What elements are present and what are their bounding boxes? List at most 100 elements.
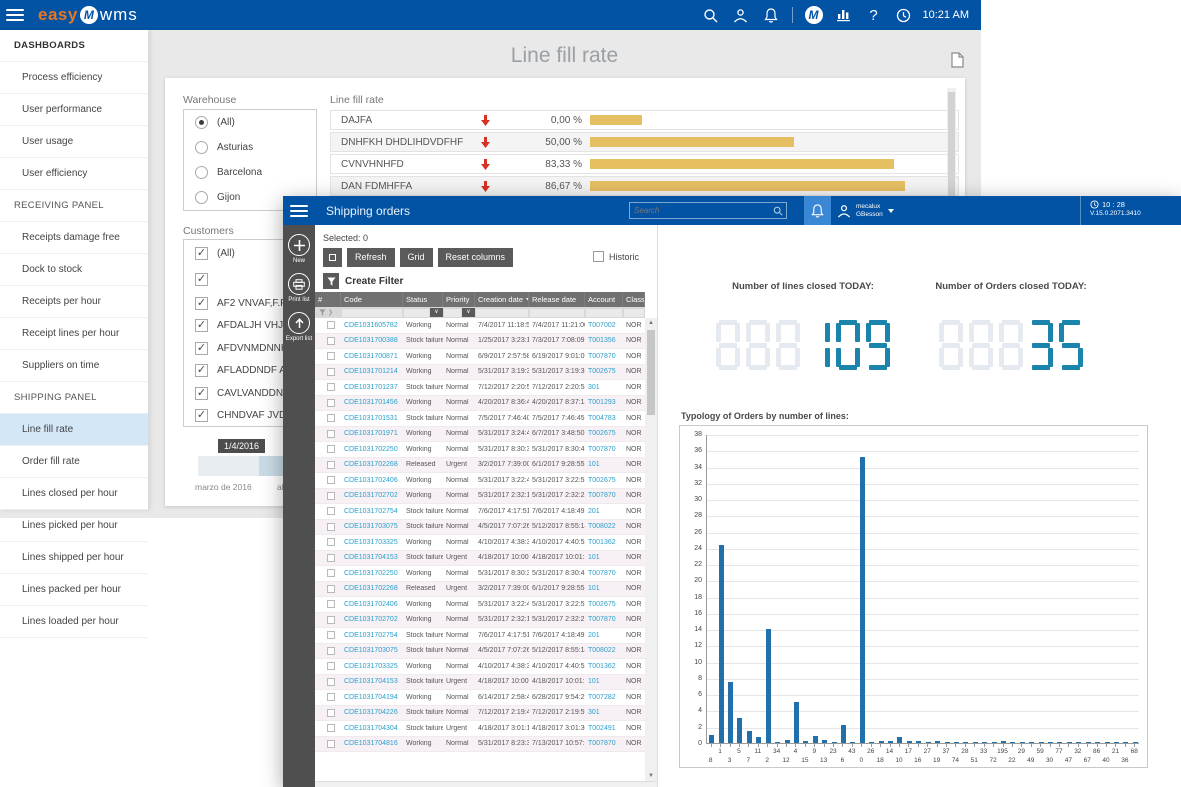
sidebar-item-user-usage[interactable]: User usage — [0, 126, 148, 158]
column-header-creation-date[interactable]: Creation date — [475, 292, 529, 307]
row-checkbox[interactable] — [327, 569, 335, 577]
sidebar-item-lines-loaded-per-hour[interactable]: Lines loaded per hour — [0, 606, 148, 638]
table-row[interactable]: CDE1031702406WorkingNormal5/31/2017 3:22… — [315, 473, 645, 489]
table-row[interactable]: CDE1031702406WorkingNormal5/31/2017 3:22… — [315, 597, 645, 613]
checkbox-icon[interactable]: ✓ — [195, 342, 208, 355]
filter-expand-icon[interactable]: ❯ — [328, 309, 333, 316]
row-checkbox[interactable] — [327, 647, 335, 655]
user-menu[interactable]: mecalux GBesson — [837, 196, 894, 225]
grid-button[interactable]: Grid — [400, 248, 433, 267]
scrollbar-thumb[interactable] — [647, 330, 655, 415]
table-row[interactable]: CDE1031701214WorkingNormal5/31/2017 3:19… — [315, 365, 645, 381]
row-checkbox[interactable] — [327, 740, 335, 748]
sidebar-item-order-fill-rate[interactable]: Order fill rate — [0, 446, 148, 478]
orders-vertical-scrollbar[interactable]: ▲ ▼ — [645, 318, 657, 781]
sidebar-item-lines-closed-per-hour[interactable]: Lines closed per hour — [0, 478, 148, 510]
row-checkbox[interactable] — [327, 538, 335, 546]
checkbox-icon[interactable]: ✓ — [195, 364, 208, 377]
row-checkbox[interactable] — [327, 585, 335, 593]
row-checkbox[interactable] — [327, 507, 335, 515]
sidebar-item-process-efficiency[interactable]: Process efficiency — [0, 62, 148, 94]
row-checkbox[interactable] — [327, 321, 335, 329]
filter-input[interactable] — [624, 309, 644, 317]
row-checkbox[interactable] — [327, 554, 335, 562]
column-header-class[interactable]: Class — [623, 292, 645, 307]
row-checkbox[interactable] — [327, 662, 335, 670]
radio-icon[interactable] — [195, 166, 208, 179]
table-row[interactable]: CDE1031704816WorkingNormal5/31/2017 8:23… — [315, 737, 645, 753]
dashboards-chart-icon[interactable] — [829, 8, 859, 22]
row-checkbox[interactable] — [327, 368, 335, 376]
filter-input[interactable] — [444, 309, 461, 317]
menu-hamburger-icon[interactable] — [6, 9, 24, 21]
sidebar-item-user-performance[interactable]: User performance — [0, 94, 148, 126]
row-checkbox[interactable] — [327, 693, 335, 701]
historic-checkbox[interactable] — [593, 251, 604, 262]
column-header-priority[interactable]: Priority — [443, 292, 475, 307]
table-row[interactable]: CDE1031700871WorkingNormal6/9/2017 2:57:… — [315, 349, 645, 365]
table-row[interactable]: CDE1031702754Stock failureNormal7/6/2017… — [315, 628, 645, 644]
checkbox-icon[interactable]: ✓ — [195, 319, 208, 332]
search-icon[interactable] — [696, 8, 726, 23]
column-header-account[interactable]: Account — [585, 292, 623, 307]
row-checkbox[interactable] — [327, 523, 335, 531]
checkbox-icon[interactable]: ✓ — [195, 409, 208, 422]
table-row[interactable]: CDE1031701456WorkingNormal4/20/2017 8:36… — [315, 396, 645, 412]
row-checkbox[interactable] — [327, 492, 335, 500]
sidebar-item-suppliers-on-time[interactable]: Suppliers on time — [0, 350, 148, 382]
row-checkbox[interactable] — [327, 337, 335, 345]
column-header-code[interactable]: Code — [341, 292, 403, 307]
row-checkbox[interactable] — [327, 461, 335, 469]
select-all-button[interactable] — [323, 248, 342, 267]
table-row[interactable]: CDE1031704304Stock failureUrgent4/18/201… — [315, 721, 645, 737]
table-row[interactable]: CDE1031605782WorkingNormal7/4/2017 11:18… — [315, 318, 645, 334]
warehouse-option--all-[interactable]: (All) — [184, 110, 316, 135]
table-row[interactable]: CDE1031704226Stock failureNormal7/12/201… — [315, 706, 645, 722]
table-row[interactable]: CDE1031704153Stock failureUrgent4/18/201… — [315, 551, 645, 567]
table-row[interactable]: CDE1031703325WorkingNormal4/10/2017 4:38… — [315, 535, 645, 551]
tool-print-list[interactable]: Print list — [283, 273, 315, 303]
filter-input[interactable] — [404, 309, 429, 317]
sidebar-item-receipts-damage-free[interactable]: Receipts damage free — [0, 222, 148, 254]
shipping-bell-icon[interactable] — [804, 196, 831, 225]
row-checkbox[interactable] — [327, 709, 335, 717]
sidebar-item-user-efficiency[interactable]: User efficiency — [0, 158, 148, 190]
row-checkbox[interactable] — [327, 383, 335, 391]
filter-dropdown-icon[interactable]: ∨ — [462, 308, 475, 317]
export-page-icon[interactable] — [951, 52, 964, 68]
shipping-search-icon[interactable] — [773, 206, 783, 216]
radio-icon[interactable] — [195, 116, 208, 129]
table-row[interactable]: CDE1031702268ReleasedUrgent3/2/2017 7:39… — [315, 458, 645, 474]
mecalux-app-icon[interactable]: M — [799, 6, 829, 24]
tool-new[interactable]: New — [283, 234, 315, 264]
table-row[interactable]: CDE1031703325WorkingNormal4/10/2017 4:38… — [315, 659, 645, 675]
shipping-search-input[interactable] — [630, 206, 773, 215]
table-row[interactable]: CDE1031702702WorkingNormal5/31/2017 2:32… — [315, 489, 645, 505]
warehouse-option-asturias[interactable]: Asturias — [184, 135, 316, 160]
radio-icon[interactable] — [195, 191, 208, 204]
row-checkbox[interactable] — [327, 352, 335, 360]
sidebar-item-lines-packed-per-hour[interactable]: Lines packed per hour — [0, 574, 148, 606]
filter-input[interactable] — [476, 309, 528, 317]
row-checkbox[interactable] — [327, 414, 335, 422]
filter-input[interactable] — [530, 309, 584, 317]
checkbox-icon[interactable]: ✓ — [195, 387, 208, 400]
dashboard-scrollbar-thumb[interactable] — [948, 92, 955, 202]
table-row[interactable]: CDE1031702702WorkingNormal5/31/2017 2:32… — [315, 613, 645, 629]
user-icon[interactable] — [726, 8, 756, 23]
sidebar-item-receipts-per-hour[interactable]: Receipts per hour — [0, 286, 148, 318]
row-checkbox[interactable] — [327, 631, 335, 639]
column-header-status[interactable]: Status — [403, 292, 443, 307]
help-icon[interactable]: ? — [859, 7, 889, 24]
table-row[interactable]: CDE1031704194WorkingNormal6/14/2017 2:58… — [315, 690, 645, 706]
table-row[interactable]: CDE1031702250WorkingNormal5/31/2017 8:30… — [315, 566, 645, 582]
shipping-menu-hamburger-icon[interactable] — [290, 205, 308, 217]
table-row[interactable]: CDE1031700388Stock failureNormal1/25/201… — [315, 334, 645, 350]
refresh-button[interactable]: Refresh — [347, 248, 395, 267]
warehouse-option-barcelona[interactable]: Barcelona — [184, 160, 316, 185]
table-row[interactable]: CDE1031704153Stock failureUrgent4/18/201… — [315, 675, 645, 691]
radio-icon[interactable] — [195, 141, 208, 154]
table-row[interactable]: CDE1031703075Stock failureNormal4/5/2017… — [315, 520, 645, 536]
scroll-up-icon[interactable]: ▲ — [645, 318, 657, 328]
table-row[interactable]: CDE1031701237Stock failureNormal7/12/201… — [315, 380, 645, 396]
